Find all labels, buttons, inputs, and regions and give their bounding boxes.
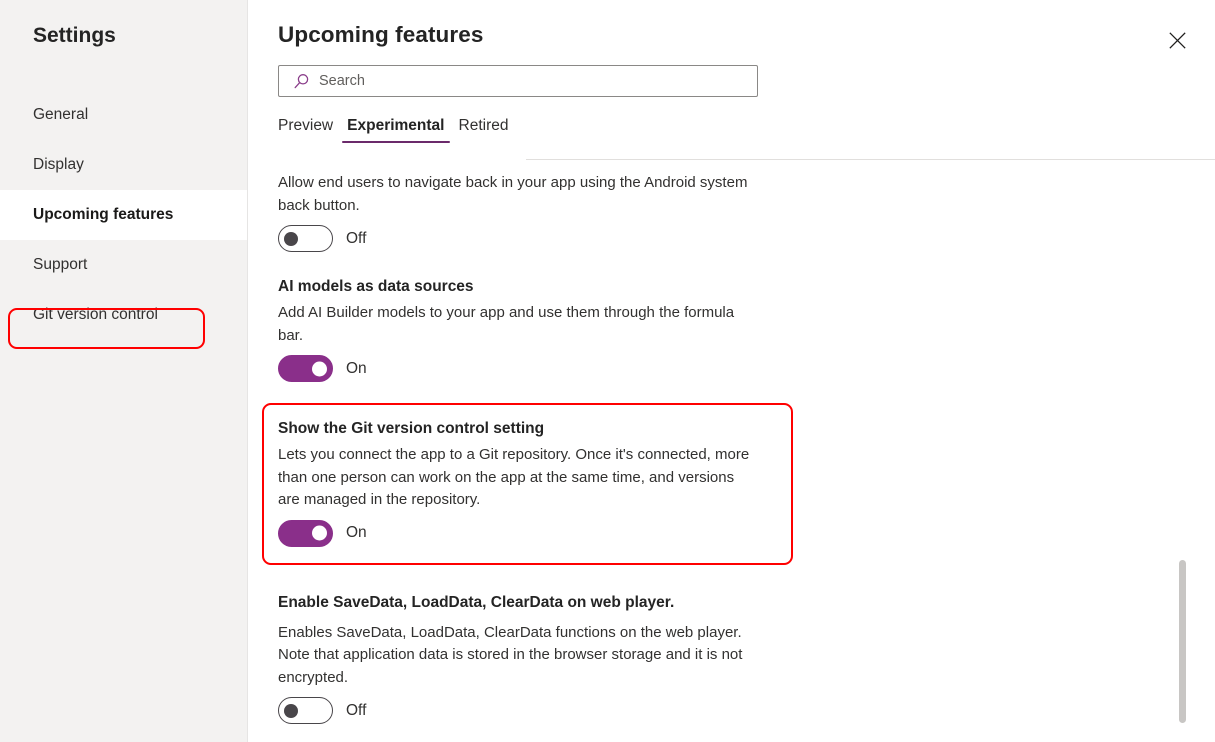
sidebar-item-label: Support xyxy=(33,256,88,273)
tab-experimental[interactable]: Experimental xyxy=(340,116,451,143)
toggle-state-label: On xyxy=(346,524,367,541)
tab-preview[interactable]: Preview xyxy=(278,116,340,143)
upcoming-features-panel: Upcoming features Preview Experiment xyxy=(248,0,1215,742)
settings-dialog: Settings General Display Upcoming featur… xyxy=(0,0,1215,742)
sidebar-title: Settings xyxy=(33,24,116,47)
toggle-switch[interactable] xyxy=(278,519,333,547)
sidebar-item-git-version-control[interactable]: Git version control xyxy=(0,290,247,340)
feature-toggle-row: On xyxy=(278,355,1215,382)
page-title: Upcoming features xyxy=(278,22,484,47)
toggle-knob xyxy=(312,525,327,541)
feature-description: Enables SaveData, LoadData, ClearData fu… xyxy=(278,623,743,686)
sidebar-item-label: Upcoming features xyxy=(33,206,174,223)
toggle-switch[interactable] xyxy=(278,225,333,252)
feature-toggle-row: Off xyxy=(278,225,1215,252)
feature-description: Lets you connect the app to a Git reposi… xyxy=(278,446,750,508)
feature-description: Add AI Builder models to your app and us… xyxy=(278,304,735,344)
toggle-switch[interactable] xyxy=(278,697,333,724)
sidebar-item-label: Git version control xyxy=(33,306,158,323)
feature-item-enable-savedata-loaddata-cleardata: Enable SaveData, LoadData, ClearData on … xyxy=(278,592,1215,724)
sidebar-item-general[interactable]: General xyxy=(0,90,247,140)
tab-retired[interactable]: Retired xyxy=(452,116,516,143)
feature-tabs: Preview Experimental Retired xyxy=(278,113,1215,143)
feature-item-ai-models-as-data-sources: AI models as data sources Add AI Builder… xyxy=(278,276,1215,382)
settings-sidebar: Settings General Display Upcoming featur… xyxy=(0,0,248,742)
feature-title: Show the Git version control setting xyxy=(278,420,545,437)
feature-toggle-row: Off xyxy=(278,697,1215,724)
feature-list-scrollbar[interactable] xyxy=(1179,0,1187,742)
sidebar-item-display[interactable]: Display xyxy=(0,140,247,190)
search-icon xyxy=(293,73,310,90)
toggle-switch[interactable] xyxy=(278,355,333,382)
toggle-state-label: Off xyxy=(346,229,367,247)
search-box[interactable] xyxy=(278,65,758,97)
feature-list: Allow end users to navigate back in your… xyxy=(248,160,1215,742)
feature-toggle-row: On xyxy=(278,519,1215,547)
feature-item-android-back-button: Allow end users to navigate back in your… xyxy=(278,172,1215,252)
tab-label: Experimental xyxy=(347,117,445,134)
sidebar-nav-list: General Display Upcoming features Suppor… xyxy=(0,90,247,340)
sidebar-item-upcoming-features[interactable]: Upcoming features xyxy=(0,190,247,240)
toggle-state-label: On xyxy=(346,359,367,377)
toggle-knob xyxy=(284,703,298,718)
feature-title: AI models as data sources xyxy=(278,278,474,295)
toggle-knob xyxy=(284,231,298,246)
sidebar-item-label: Display xyxy=(33,156,84,173)
tab-label: Retired xyxy=(458,117,509,134)
tab-label: Preview xyxy=(278,117,334,134)
close-button[interactable] xyxy=(1161,24,1193,56)
search-input[interactable] xyxy=(319,67,757,95)
toggle-knob xyxy=(312,361,327,376)
scrollbar-thumb[interactable] xyxy=(1179,560,1186,723)
toggle-state-label: Off xyxy=(346,701,367,719)
feature-item-show-git-version-control-setting: Show the Git version control setting Let… xyxy=(262,403,1215,565)
sidebar-item-label: General xyxy=(33,106,89,123)
feature-description: Allow end users to navigate back in your… xyxy=(278,174,748,214)
sidebar-item-support[interactable]: Support xyxy=(0,240,247,290)
feature-title: Enable SaveData, LoadData, ClearData on … xyxy=(278,593,675,611)
panel-header: Upcoming features xyxy=(248,0,1215,48)
